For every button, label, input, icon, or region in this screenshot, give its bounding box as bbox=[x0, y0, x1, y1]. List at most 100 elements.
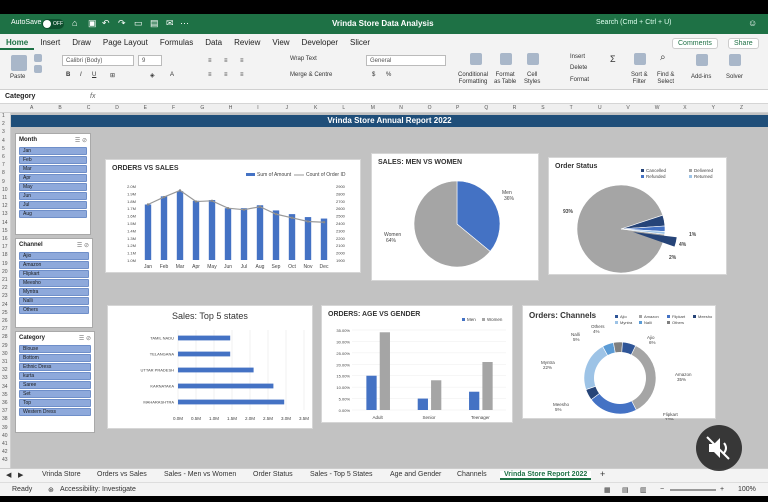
row-header[interactable]: 5 bbox=[2, 146, 5, 152]
column-header[interactable]: P bbox=[456, 105, 459, 111]
tab-next-icon[interactable]: ▶ bbox=[18, 471, 23, 479]
font-size-select[interactable]: 9 bbox=[138, 55, 162, 66]
slicer-category[interactable]: Category ☰ ⊘ Blouse Bottom Ethnic Dress k… bbox=[15, 331, 95, 433]
row-header[interactable]: 7 bbox=[2, 162, 5, 168]
tab-data[interactable]: Data bbox=[199, 38, 228, 50]
chart-top5-states[interactable]: 0.0M 0.5M 1.0M 1.5M 2.0M 2.5M 3.0M 3.5M TAMIL NA… bbox=[107, 305, 313, 429]
column-header[interactable]: T bbox=[570, 105, 573, 111]
column-header[interactable]: B bbox=[58, 105, 61, 111]
row-header[interactable]: 39 bbox=[2, 425, 8, 431]
row-header[interactable]: 25 bbox=[2, 310, 8, 316]
chart-orders-vs-sales[interactable]: Sum of Amount Count of Order ID 2.0M 1.9M 1.… bbox=[105, 159, 361, 273]
column-header[interactable]: D bbox=[115, 105, 119, 111]
column-header[interactable]: H bbox=[229, 105, 233, 111]
sheet-tab[interactable]: Sales - Men vs Women bbox=[164, 471, 236, 478]
row-header[interactable]: 36 bbox=[2, 400, 8, 406]
chart-sales-men-women[interactable]: Men 36% Women 64% SALES: MEN VS WOMEN bbox=[371, 153, 539, 281]
row-header[interactable]: 6 bbox=[2, 154, 5, 160]
sheet-tab-active[interactable]: Vrinda Store Report 2022 bbox=[500, 471, 592, 480]
slicer-item[interactable]: Others bbox=[19, 306, 89, 314]
chart-channels[interactable]: Ajio Amazon Flipkart Meesho Myntra Nalli Other… bbox=[522, 305, 716, 420]
tab-formulas[interactable]: Formulas bbox=[154, 38, 199, 50]
slicer-item[interactable]: Feb bbox=[19, 156, 87, 164]
row-header[interactable]: 22 bbox=[2, 285, 8, 291]
tab-developer[interactable]: Developer bbox=[296, 38, 344, 50]
column-header[interactable]: Y bbox=[712, 105, 715, 111]
slicer-item[interactable]: Nalli bbox=[19, 297, 89, 305]
slicer-item[interactable]: Western Dress bbox=[19, 408, 91, 416]
row-header[interactable]: 37 bbox=[2, 408, 8, 414]
column-header[interactable]: V bbox=[626, 105, 629, 111]
row-header[interactable]: 21 bbox=[2, 277, 8, 283]
slicer-item[interactable]: Blouse bbox=[19, 345, 91, 353]
chart-order-status[interactable]: Cancelled Delivered Refunded Returned 93% 4% 2… bbox=[548, 157, 727, 275]
sheet-tab[interactable]: Sales - Top 5 States bbox=[310, 471, 373, 478]
find-select-button[interactable]: Find & Select bbox=[657, 72, 674, 86]
column-header[interactable]: K bbox=[314, 105, 317, 111]
normal-view-icon[interactable]: ▦ bbox=[604, 486, 611, 494]
slicer-item[interactable]: Mar bbox=[19, 165, 87, 173]
slicer-item[interactable]: Top bbox=[19, 399, 91, 407]
column-header[interactable]: Q bbox=[484, 105, 488, 111]
cell-styles-button[interactable]: Cell Styles bbox=[524, 72, 540, 86]
zoom-slider[interactable] bbox=[670, 489, 716, 491]
column-header[interactable]: G bbox=[200, 105, 204, 111]
row-header[interactable]: 18 bbox=[2, 252, 8, 258]
filter-clear-icon[interactable]: ☰ ⊘ bbox=[79, 335, 91, 342]
column-header[interactable]: A bbox=[30, 105, 33, 111]
page-layout-icon[interactable]: ▤ bbox=[622, 486, 629, 494]
row-header[interactable]: 23 bbox=[2, 293, 8, 299]
undo-icon[interactable]: ↶ bbox=[102, 18, 110, 29]
slicer-item[interactable]: kurta bbox=[19, 372, 91, 380]
sheet-tab[interactable]: Channels bbox=[457, 471, 487, 478]
row-header[interactable]: 2 bbox=[2, 121, 5, 127]
slicer-item[interactable]: Saree bbox=[19, 381, 91, 389]
slicer-item[interactable]: Flipkart bbox=[19, 270, 89, 278]
column-header[interactable]: W bbox=[655, 105, 660, 111]
slicer-item[interactable]: Jul bbox=[19, 201, 87, 209]
align-center-icon[interactable]: ≡ bbox=[224, 72, 228, 78]
slicer-item[interactable]: Myntra bbox=[19, 288, 89, 296]
page-break-icon[interactable]: ▥ bbox=[640, 486, 647, 494]
home-icon[interactable]: ⌂ bbox=[72, 18, 77, 28]
conditional-formatting-button[interactable]: Conditional Formatting bbox=[458, 72, 488, 86]
share-button[interactable]: Share bbox=[728, 38, 759, 49]
column-header[interactable]: E bbox=[144, 105, 147, 111]
font-select[interactable]: Calibri (Body) bbox=[62, 55, 134, 66]
wrap-text-button[interactable]: Wrap Text bbox=[290, 56, 317, 62]
chart-age-gender[interactable]: Men Women 35.00% 30.00% 25.00% 20.00% 15.00% 10… bbox=[321, 305, 513, 423]
delete-button[interactable]: Delete bbox=[570, 65, 587, 71]
mail-icon[interactable]: ✉ bbox=[166, 18, 174, 29]
merge-centre-button[interactable]: Merge & Centre bbox=[290, 72, 332, 78]
row-header[interactable]: 4 bbox=[2, 138, 5, 144]
row-header[interactable]: 16 bbox=[2, 236, 8, 242]
print-icon[interactable]: ▤ bbox=[150, 18, 159, 29]
tab-insert[interactable]: Insert bbox=[34, 38, 66, 50]
bold-icon[interactable]: B bbox=[66, 72, 70, 78]
slicer-item[interactable]: Jan bbox=[19, 147, 87, 155]
currency-icon[interactable]: $ bbox=[372, 72, 375, 78]
tab-view[interactable]: View bbox=[266, 38, 295, 50]
fill-color-icon[interactable]: ◈ bbox=[150, 72, 155, 79]
slicer-item[interactable]: Apr bbox=[19, 174, 87, 182]
autosum-icon[interactable]: Σ bbox=[610, 54, 616, 64]
filter-clear-icon[interactable]: ☰ ⊘ bbox=[77, 242, 89, 249]
cell-styles-icon[interactable] bbox=[527, 53, 539, 65]
row-header[interactable]: 1 bbox=[2, 113, 5, 119]
row-header[interactable]: 10 bbox=[2, 187, 8, 193]
more-icon[interactable]: ⋯ bbox=[180, 18, 189, 29]
column-header[interactable]: M bbox=[371, 105, 375, 111]
column-header[interactable]: U bbox=[598, 105, 602, 111]
row-header[interactable]: 19 bbox=[2, 261, 8, 267]
folder-icon[interactable]: ▭ bbox=[134, 18, 143, 29]
column-header[interactable]: N bbox=[399, 105, 403, 111]
zoom-out-icon[interactable]: − bbox=[660, 486, 664, 493]
column-header[interactable]: R bbox=[513, 105, 517, 111]
zoom-in-icon[interactable]: + bbox=[720, 486, 724, 493]
search-box[interactable]: Search (Cmd + Ctrl + U) bbox=[596, 19, 671, 26]
filter-clear-icon[interactable]: ☰ ⊘ bbox=[75, 137, 87, 144]
row-header[interactable]: 38 bbox=[2, 416, 8, 422]
row-header[interactable]: 11 bbox=[2, 195, 7, 201]
align-middle-icon[interactable]: ≡ bbox=[224, 58, 228, 64]
slicer-item[interactable]: Aug bbox=[19, 210, 87, 218]
